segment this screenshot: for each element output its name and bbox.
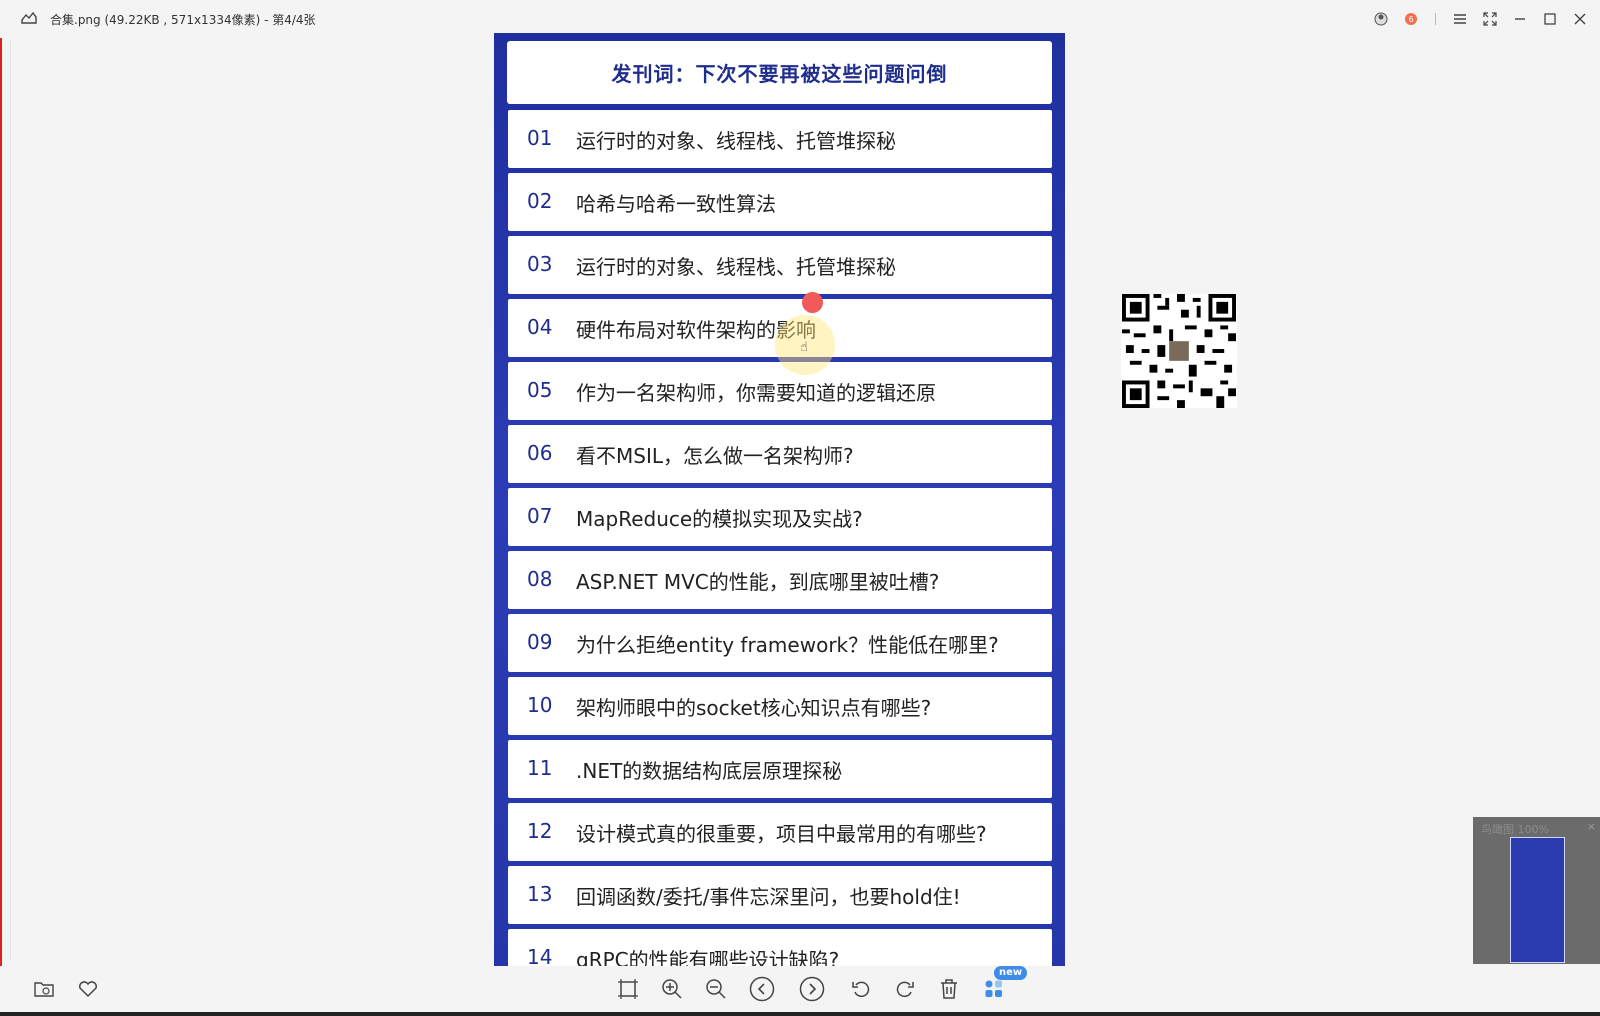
new-badge: new xyxy=(994,966,1028,980)
item-number: 09 xyxy=(527,630,553,654)
list-item: 13 回调函数/委托/事件忘深里问，也要hold住! xyxy=(508,866,1052,924)
thumbnail-close-icon[interactable]: × xyxy=(1587,820,1596,833)
item-number: 05 xyxy=(527,378,553,402)
left-divider xyxy=(10,40,11,960)
item-number: 13 xyxy=(527,882,553,906)
item-label: 作为一名架构师，你需要知道的逻辑还原 xyxy=(576,381,936,405)
window-controls: 6 xyxy=(1367,8,1594,30)
notification-icon[interactable]: 6 xyxy=(1397,8,1425,30)
menu-icon[interactable] xyxy=(1446,8,1474,30)
item-number: 08 xyxy=(527,567,553,591)
item-label: 看不MSIL，怎么做一名架构师? xyxy=(576,444,854,468)
window-bottom-edge xyxy=(0,1012,1600,1016)
fullscreen-icon[interactable] xyxy=(1476,8,1504,30)
window-left-edge xyxy=(0,0,2,1016)
item-number: 11 xyxy=(527,756,553,780)
item-label: gRPC的性能有哪些设计缺陷? xyxy=(576,948,840,967)
list-item: 07 MapReduce的模拟实现及实战? xyxy=(508,488,1052,546)
item-label: .NET的数据结构底层原理探秘 xyxy=(576,759,843,783)
item-number: 04 xyxy=(527,315,553,339)
click-indicator xyxy=(802,292,823,313)
image-header-card: 发刊词：下次不要再被这些问题问倒 xyxy=(507,41,1052,104)
delete-icon[interactable] xyxy=(934,974,964,1004)
item-number: 14 xyxy=(527,945,553,967)
zoom-out-icon[interactable] xyxy=(701,974,731,1004)
cloud-image-icon xyxy=(21,11,37,24)
list-item: 14 gRPC的性能有哪些设计缺陷? xyxy=(508,929,1052,967)
item-label: 为什么拒绝entity framework？性能低在哪里? xyxy=(576,633,999,657)
window-title: 合集.png (49.22KB , 571x1334像素) - 第4/4张 xyxy=(50,13,316,27)
hand-cursor-icon: ☝ xyxy=(800,340,808,355)
item-number: 02 xyxy=(527,189,553,213)
list-item: 11 .NET的数据结构底层原理探秘 xyxy=(508,740,1052,798)
list-item: 06 看不MSIL，怎么做一名架构师? xyxy=(508,425,1052,483)
list-item: 01 运行时的对象、线程栈、托管堆探秘 xyxy=(508,110,1052,168)
open-folder-icon[interactable] xyxy=(29,974,59,1004)
item-number: 06 xyxy=(527,441,553,465)
item-label: 哈希与哈希一致性算法 xyxy=(576,192,776,216)
previous-icon[interactable] xyxy=(747,974,777,1004)
item-label: 运行时的对象、线程栈、托管堆探秘 xyxy=(576,255,896,279)
close-icon[interactable] xyxy=(1566,8,1594,30)
user-avatar-icon[interactable] xyxy=(1367,8,1395,30)
minimize-icon[interactable] xyxy=(1506,8,1534,30)
list-item: 10 架构师眼中的socket核心知识点有哪些? xyxy=(508,677,1052,735)
item-label: 架构师眼中的socket核心知识点有哪些? xyxy=(576,696,932,720)
image-header-text: 发刊词：下次不要再被这些问题问倒 xyxy=(611,62,948,86)
item-label: 运行时的对象、线程栈、托管堆探秘 xyxy=(576,129,896,153)
image-viewport[interactable]: 发刊词：下次不要再被这些问题问倒 01 运行时的对象、线程栈、托管堆探秘 02 … xyxy=(494,33,1065,967)
item-number: 07 xyxy=(527,504,553,528)
toolbar-separator xyxy=(1435,13,1436,25)
thumbnail-viewport[interactable] xyxy=(1510,837,1565,963)
item-label: MapReduce的模拟实现及实战? xyxy=(576,507,863,531)
bottom-toolbar xyxy=(0,966,1600,1012)
qr-code-image xyxy=(1121,294,1237,408)
rotate-right-icon[interactable] xyxy=(890,974,920,1004)
maximize-icon[interactable] xyxy=(1536,8,1564,30)
list-item: 09 为什么拒绝entity framework？性能低在哪里? xyxy=(508,614,1052,672)
rotate-left-icon[interactable] xyxy=(846,974,876,1004)
list-item: 02 哈希与哈希一致性算法 xyxy=(508,173,1052,231)
list-item: 12 设计模式真的很重要，项目中最常用的有哪些? xyxy=(508,803,1052,861)
item-label: 回调函数/委托/事件忘深里问，也要hold住! xyxy=(576,885,961,909)
list-item: 03 运行时的对象、线程栈、托管堆探秘 xyxy=(508,236,1052,294)
item-number: 01 xyxy=(527,126,553,150)
item-label: ASP.NET MVC的性能，到底哪里被吐槽? xyxy=(576,570,940,594)
list-item: 05 作为一名架构师，你需要知道的逻辑还原 xyxy=(508,362,1052,420)
thumbnail-navigator[interactable]: 鸟瞰图 100% × xyxy=(1473,817,1600,964)
list-item: 08 ASP.NET MVC的性能，到底哪里被吐槽? xyxy=(508,551,1052,609)
thumbnail-label: 鸟瞰图 100% xyxy=(1481,823,1549,836)
item-number: 12 xyxy=(527,819,553,843)
item-number: 03 xyxy=(527,252,553,276)
displayed-image: 发刊词：下次不要再被这些问题问倒 01 运行时的对象、线程栈、托管堆探秘 02 … xyxy=(494,33,1065,967)
next-icon[interactable] xyxy=(797,974,827,1004)
svg-text:6: 6 xyxy=(1408,15,1413,24)
item-number: 10 xyxy=(527,693,553,717)
item-label: 设计模式真的很重要，项目中最常用的有哪些? xyxy=(576,822,987,846)
actual-size-icon[interactable] xyxy=(613,974,643,1004)
zoom-in-icon[interactable] xyxy=(657,974,687,1004)
favorite-heart-icon[interactable] xyxy=(73,974,103,1004)
